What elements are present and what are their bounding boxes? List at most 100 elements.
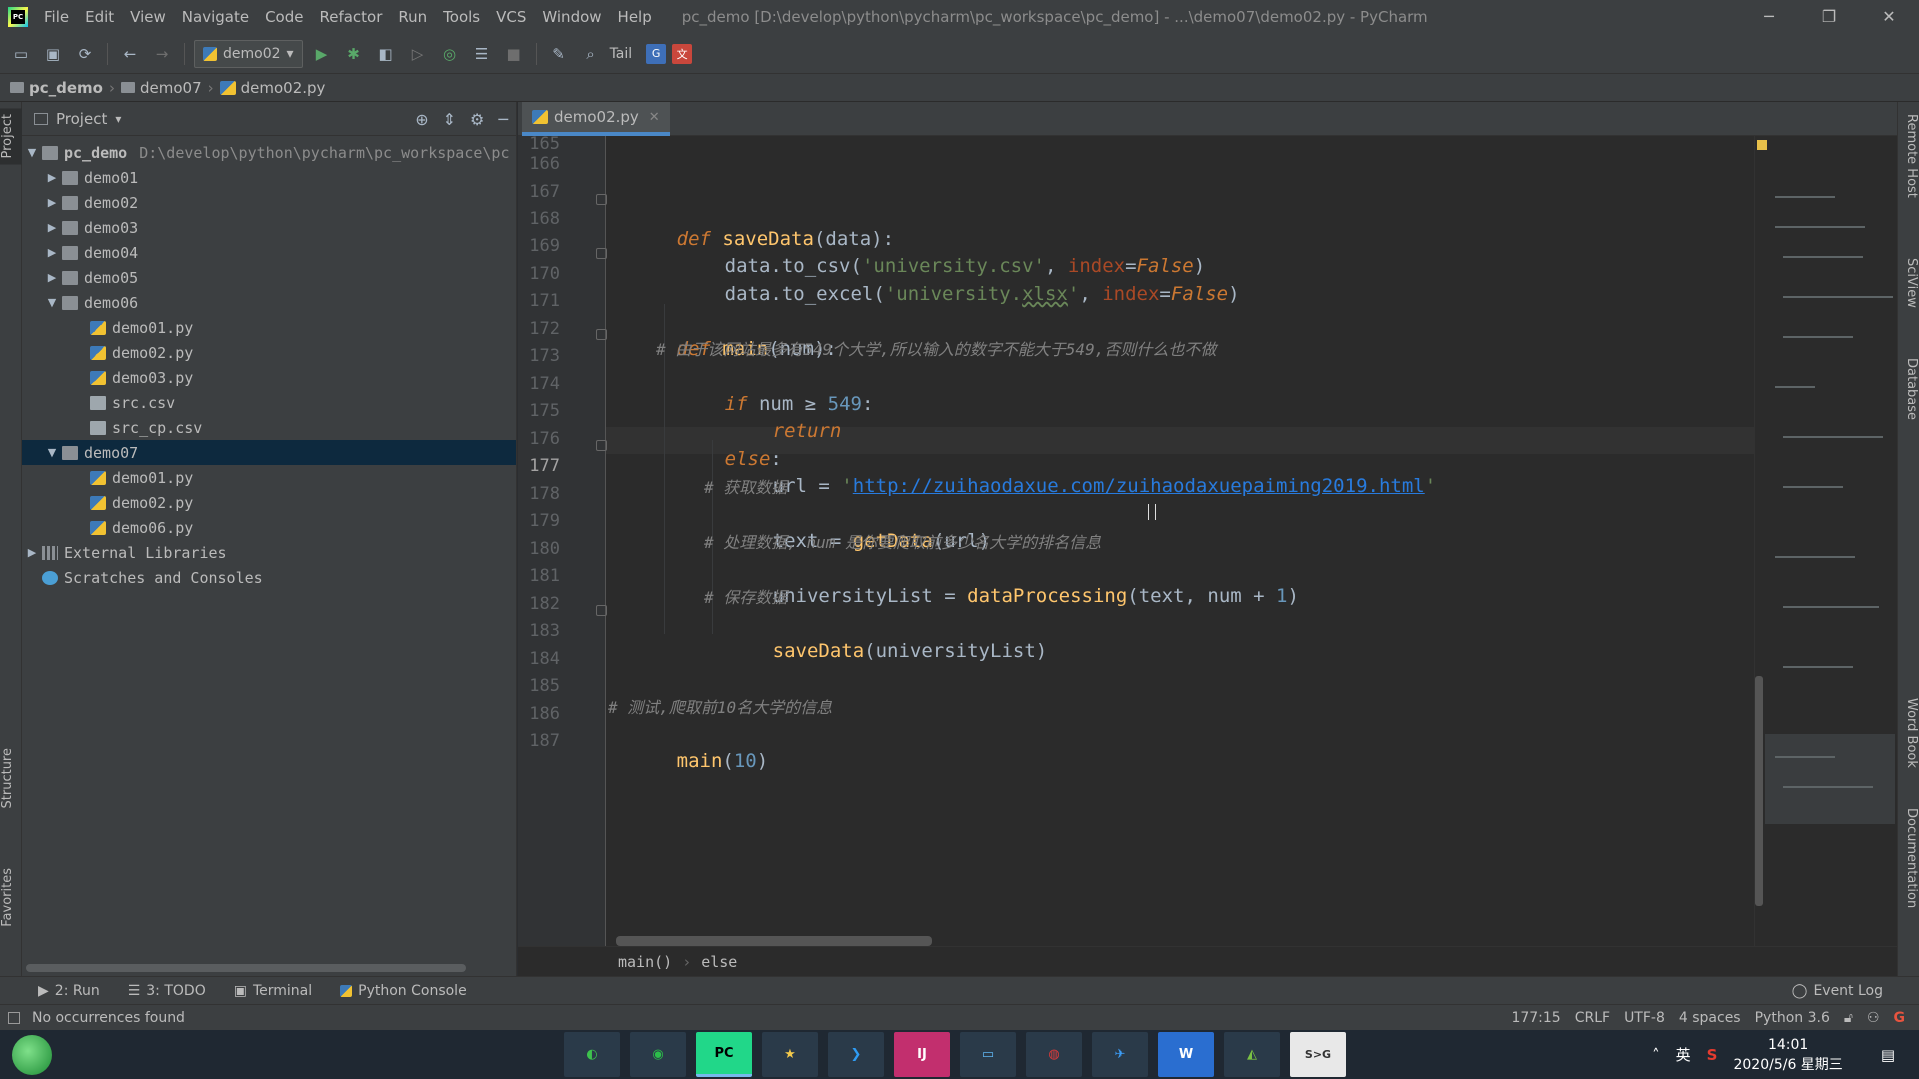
ime-indicator[interactable]: 英 (1676, 1044, 1691, 1065)
lock-icon[interactable]: 🔓︎ (1844, 1010, 1853, 1026)
sogou-icon[interactable]: S (1707, 1046, 1718, 1064)
menu-refactor[interactable]: Refactor (311, 8, 390, 26)
minimap-viewport[interactable] (1765, 734, 1895, 824)
tree-folder[interactable]: ▶ demo03 (22, 215, 516, 240)
menu-view[interactable]: View (122, 8, 174, 26)
vertical-scrollbar[interactable] (1755, 676, 1763, 906)
intellij-app-icon[interactable]: IJ (894, 1032, 950, 1077)
indent-setting[interactable]: 4 spaces (1679, 1010, 1741, 1026)
menu-edit[interactable]: Edit (77, 8, 122, 26)
tail-button[interactable]: Tail (610, 46, 633, 62)
menu-code[interactable]: Code (257, 8, 311, 26)
breadcrumb-folder[interactable]: demo07 (120, 79, 202, 97)
tree-external-libraries[interactable]: ▶ External Libraries (22, 540, 516, 565)
event-log-tool-tab[interactable]: ◯ Event Log (1792, 983, 1883, 999)
interpreter-selector[interactable]: Python 3.6 (1755, 1010, 1830, 1026)
menu-vcs[interactable]: VCS (488, 8, 534, 26)
warning-marker-icon[interactable] (1757, 140, 1767, 150)
coverage-icon[interactable]: ◧ (373, 41, 399, 67)
project-tool-tab[interactable]: Project (0, 108, 22, 165)
system-clock[interactable]: 14:01 2020/5/6 星期三 (1733, 1035, 1842, 1075)
status-toggle-icon[interactable] (8, 1011, 20, 1024)
expand-arrow-icon[interactable]: ▼ (42, 446, 62, 459)
menu-file[interactable]: File (36, 8, 77, 26)
expand-arrow-icon[interactable]: ▼ (42, 296, 62, 309)
menu-run[interactable]: Run (390, 8, 435, 26)
locate-icon[interactable]: ⊕ (415, 110, 428, 129)
documentation-tool-tab[interactable]: Documentation (1897, 802, 1919, 914)
url-link[interactable]: http://zuihaodaxue.com/zuihaodaxuepaimin… (853, 475, 1425, 497)
profile-icon[interactable]: ▷ (405, 41, 431, 67)
tree-file[interactable]: demo02.py (22, 340, 516, 365)
expand-arrow-icon[interactable]: ▼ (22, 146, 42, 159)
menu-window[interactable]: Window (534, 8, 609, 26)
collapse-arrow-icon[interactable]: ▶ (42, 271, 62, 284)
collapse-arrow-icon[interactable]: ▶ (42, 171, 62, 184)
sciview-tool-tab[interactable]: SciView (1897, 252, 1919, 314)
collapse-all-icon[interactable]: ⇕ (443, 110, 456, 129)
chevron-down-icon[interactable]: ▾ (115, 112, 121, 126)
favorites-tool-tab[interactable]: Favorites (0, 862, 22, 933)
tree-scratches[interactable]: Scratches and Consoles (22, 565, 516, 590)
database-tool-tab[interactable]: Database (1897, 352, 1919, 426)
tree-folder[interactable]: ▶ demo04 (22, 240, 516, 265)
menu-tools[interactable]: Tools (435, 8, 488, 26)
fold-marker[interactable] (596, 440, 607, 451)
file-encoding[interactable]: UTF-8 (1624, 1010, 1665, 1026)
tree-file[interactable]: demo01.py (22, 315, 516, 340)
hide-icon[interactable]: ─ (498, 110, 508, 129)
open-folder-icon[interactable]: ▭ (8, 41, 34, 67)
tree-file[interactable]: demo02.py (22, 490, 516, 515)
todo-tool-tab[interactable]: ☰ 3: TODO (114, 983, 220, 999)
collapse-arrow-icon[interactable]: ▶ (42, 246, 62, 259)
netease-music-app-icon[interactable]: ◍ (1026, 1032, 1082, 1077)
android-studio-app-icon[interactable]: ◭ (1224, 1032, 1280, 1077)
concurrency-icon[interactable]: ◎ (437, 41, 463, 67)
start-button[interactable] (12, 1034, 52, 1075)
wechat-app-icon[interactable]: ◐ (564, 1032, 620, 1077)
inspector-icon[interactable]: ⚇ (1867, 1010, 1880, 1026)
project-view-selector[interactable]: Project (56, 110, 107, 128)
run-tool-tab[interactable]: ▶ 2: Run (0, 983, 114, 999)
maximize-button[interactable]: ❐ (1799, 0, 1859, 34)
chevron-up-icon[interactable]: ˄ (1652, 1046, 1660, 1064)
attach-icon[interactable]: ☰ (469, 41, 495, 67)
horizontal-scrollbar[interactable] (26, 964, 466, 972)
sync-icon[interactable]: ⟳ (72, 41, 98, 67)
python-console-tool-tab[interactable]: Python Console (326, 983, 481, 999)
tree-folder[interactable]: ▶ demo05 (22, 265, 516, 290)
editor-horizontal-scrollbar[interactable] (616, 936, 932, 946)
collapse-arrow-icon[interactable]: ▶ (42, 221, 62, 234)
stop-icon[interactable]: ■ (501, 41, 527, 67)
tree-file[interactable]: demo01.py (22, 465, 516, 490)
tree-folder[interactable]: ▶ demo02 (22, 190, 516, 215)
star-app-icon[interactable]: ★ (762, 1032, 818, 1077)
debug-icon[interactable]: ✱ (341, 41, 367, 67)
tree-folder[interactable]: ▼ demo07 (22, 440, 516, 465)
tree-file[interactable]: demo03.py (22, 365, 516, 390)
minimize-button[interactable]: ─ (1739, 0, 1799, 34)
run-icon[interactable]: ▶ (309, 41, 335, 67)
structure-tool-tab[interactable]: Structure (0, 742, 22, 814)
word-book-tool-tab[interactable]: Word Book (1897, 692, 1919, 774)
tree-folder[interactable]: ▶ demo01 (22, 165, 516, 190)
google-icon[interactable]: G (1894, 1010, 1906, 1026)
tree-file[interactable]: demo06.py (22, 515, 516, 540)
caret-position[interactable]: 177:15 (1511, 1010, 1560, 1026)
translate-replace-icon[interactable]: 文 (672, 43, 693, 64)
save-icon[interactable]: ▣ (40, 41, 66, 67)
feishu-app-icon[interactable]: ✈ (1092, 1032, 1148, 1077)
translate-icon[interactable]: G (646, 43, 667, 64)
close-button[interactable]: ✕ (1859, 0, 1919, 34)
menu-help[interactable]: Help (610, 8, 660, 26)
collapse-arrow-icon[interactable]: ▶ (22, 546, 42, 559)
remote-desktop-app-icon[interactable]: ▭ (960, 1032, 1016, 1077)
breadcrumb-project[interactable]: pc_demo (10, 79, 103, 97)
tree-file[interactable]: src_cp.csv (22, 415, 516, 440)
settings-wrench-icon[interactable]: ✎ (546, 41, 572, 67)
remote-host-tool-tab[interactable]: Remote Host (1897, 108, 1919, 204)
browser-app-icon[interactable]: ◉ (630, 1032, 686, 1077)
forward-icon[interactable]: → (149, 41, 175, 67)
context-crumb-block[interactable]: else (701, 953, 737, 971)
pycharm-app-icon[interactable]: PC (696, 1032, 752, 1077)
